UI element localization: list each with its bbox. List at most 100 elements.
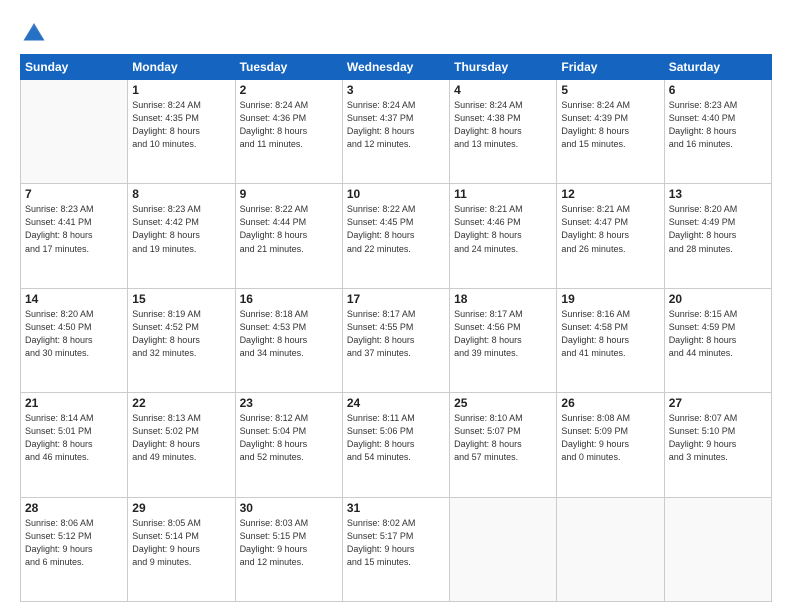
calendar-cell xyxy=(557,497,664,601)
day-number: 6 xyxy=(669,83,767,97)
day-info: Sunrise: 8:24 AM Sunset: 4:38 PM Dayligh… xyxy=(454,99,552,151)
day-info: Sunrise: 8:06 AM Sunset: 5:12 PM Dayligh… xyxy=(25,517,123,569)
day-number: 11 xyxy=(454,187,552,201)
calendar-table: SundayMondayTuesdayWednesdayThursdayFrid… xyxy=(20,54,772,602)
day-number: 20 xyxy=(669,292,767,306)
calendar-cell: 14 Sunrise: 8:20 AM Sunset: 4:50 PM Dayli… xyxy=(21,288,128,392)
calendar-cell: 29 Sunrise: 8:05 AM Sunset: 5:14 PM Dayli… xyxy=(128,497,235,601)
day-number: 3 xyxy=(347,83,445,97)
day-number: 21 xyxy=(25,396,123,410)
day-info: Sunrise: 8:18 AM Sunset: 4:53 PM Dayligh… xyxy=(240,308,338,360)
day-number: 7 xyxy=(25,187,123,201)
logo-icon xyxy=(20,16,48,44)
day-info: Sunrise: 8:22 AM Sunset: 4:44 PM Dayligh… xyxy=(240,203,338,255)
day-info: Sunrise: 8:17 AM Sunset: 4:56 PM Dayligh… xyxy=(454,308,552,360)
day-info: Sunrise: 8:08 AM Sunset: 5:09 PM Dayligh… xyxy=(561,412,659,464)
day-number: 10 xyxy=(347,187,445,201)
calendar-cell: 13 Sunrise: 8:20 AM Sunset: 4:49 PM Dayli… xyxy=(664,184,771,288)
calendar-cell xyxy=(21,80,128,184)
day-number: 17 xyxy=(347,292,445,306)
calendar-cell: 3Sunrise: 8:24 AM Sunset: 4:37 PM Daylig… xyxy=(342,80,449,184)
day-number: 27 xyxy=(669,396,767,410)
day-info: Sunrise: 8:20 AM Sunset: 4:50 PM Dayligh… xyxy=(25,308,123,360)
calendar-cell: 5Sunrise: 8:24 AM Sunset: 4:39 PM Daylig… xyxy=(557,80,664,184)
day-info: Sunrise: 8:22 AM Sunset: 4:45 PM Dayligh… xyxy=(347,203,445,255)
day-info: Sunrise: 8:20 AM Sunset: 4:49 PM Dayligh… xyxy=(669,203,767,255)
calendar-week-0: 1Sunrise: 8:24 AM Sunset: 4:35 PM Daylig… xyxy=(21,80,772,184)
day-info: Sunrise: 8:03 AM Sunset: 5:15 PM Dayligh… xyxy=(240,517,338,569)
header xyxy=(20,16,772,44)
weekday-header-monday: Monday xyxy=(128,55,235,80)
calendar-cell: 21Sunrise: 8:14 AM Sunset: 5:01 PM Dayli… xyxy=(21,393,128,497)
page: SundayMondayTuesdayWednesdayThursdayFrid… xyxy=(0,0,792,612)
day-number: 13 xyxy=(669,187,767,201)
calendar-cell: 9 Sunrise: 8:22 AM Sunset: 4:44 PM Daylig… xyxy=(235,184,342,288)
day-info: Sunrise: 8:24 AM Sunset: 4:35 PM Dayligh… xyxy=(132,99,230,151)
day-number: 31 xyxy=(347,501,445,515)
day-info: Sunrise: 8:16 AM Sunset: 4:58 PM Dayligh… xyxy=(561,308,659,360)
day-number: 24 xyxy=(347,396,445,410)
calendar-cell: 27 Sunrise: 8:07 AM Sunset: 5:10 PM Dayli… xyxy=(664,393,771,497)
calendar-cell: 7 Sunrise: 8:23 AM Sunset: 4:41 PM Daylig… xyxy=(21,184,128,288)
calendar-cell: 10 Sunrise: 8:22 AM Sunset: 4:45 PM Dayli… xyxy=(342,184,449,288)
calendar-week-2: 14 Sunrise: 8:20 AM Sunset: 4:50 PM Dayli… xyxy=(21,288,772,392)
calendar-cell xyxy=(664,497,771,601)
day-info: Sunrise: 8:21 AM Sunset: 4:47 PM Dayligh… xyxy=(561,203,659,255)
calendar-cell: 28Sunrise: 8:06 AM Sunset: 5:12 PM Dayli… xyxy=(21,497,128,601)
calendar-cell: 6 Sunrise: 8:23 AM Sunset: 4:40 PM Daylig… xyxy=(664,80,771,184)
day-info: Sunrise: 8:07 AM Sunset: 5:10 PM Dayligh… xyxy=(669,412,767,464)
calendar-week-1: 7 Sunrise: 8:23 AM Sunset: 4:41 PM Daylig… xyxy=(21,184,772,288)
calendar-cell: 16 Sunrise: 8:18 AM Sunset: 4:53 PM Dayli… xyxy=(235,288,342,392)
day-info: Sunrise: 8:23 AM Sunset: 4:42 PM Dayligh… xyxy=(132,203,230,255)
day-info: Sunrise: 8:24 AM Sunset: 4:39 PM Dayligh… xyxy=(561,99,659,151)
day-number: 4 xyxy=(454,83,552,97)
calendar-cell: 19 Sunrise: 8:16 AM Sunset: 4:58 PM Dayli… xyxy=(557,288,664,392)
day-number: 8 xyxy=(132,187,230,201)
calendar-cell: 18 Sunrise: 8:17 AM Sunset: 4:56 PM Dayli… xyxy=(450,288,557,392)
day-info: Sunrise: 8:17 AM Sunset: 4:55 PM Dayligh… xyxy=(347,308,445,360)
day-number: 16 xyxy=(240,292,338,306)
day-info: Sunrise: 8:10 AM Sunset: 5:07 PM Dayligh… xyxy=(454,412,552,464)
day-info: Sunrise: 8:21 AM Sunset: 4:46 PM Dayligh… xyxy=(454,203,552,255)
calendar-cell: 26Sunrise: 8:08 AM Sunset: 5:09 PM Dayli… xyxy=(557,393,664,497)
day-number: 29 xyxy=(132,501,230,515)
calendar-cell: 23 Sunrise: 8:12 AM Sunset: 5:04 PM Dayli… xyxy=(235,393,342,497)
day-info: Sunrise: 8:02 AM Sunset: 5:17 PM Dayligh… xyxy=(347,517,445,569)
weekday-header-friday: Friday xyxy=(557,55,664,80)
calendar-cell: 1Sunrise: 8:24 AM Sunset: 4:35 PM Daylig… xyxy=(128,80,235,184)
day-number: 23 xyxy=(240,396,338,410)
day-number: 19 xyxy=(561,292,659,306)
day-number: 2 xyxy=(240,83,338,97)
weekday-header-row: SundayMondayTuesdayWednesdayThursdayFrid… xyxy=(21,55,772,80)
logo xyxy=(20,16,50,44)
calendar-cell: 24Sunrise: 8:11 AM Sunset: 5:06 PM Dayli… xyxy=(342,393,449,497)
day-number: 18 xyxy=(454,292,552,306)
day-number: 15 xyxy=(132,292,230,306)
day-info: Sunrise: 8:12 AM Sunset: 5:04 PM Dayligh… xyxy=(240,412,338,464)
calendar-week-4: 28Sunrise: 8:06 AM Sunset: 5:12 PM Dayli… xyxy=(21,497,772,601)
calendar-cell: 25 Sunrise: 8:10 AM Sunset: 5:07 PM Dayli… xyxy=(450,393,557,497)
day-info: Sunrise: 8:15 AM Sunset: 4:59 PM Dayligh… xyxy=(669,308,767,360)
calendar-cell: 12Sunrise: 8:21 AM Sunset: 4:47 PM Dayli… xyxy=(557,184,664,288)
day-info: Sunrise: 8:23 AM Sunset: 4:40 PM Dayligh… xyxy=(669,99,767,151)
weekday-header-saturday: Saturday xyxy=(664,55,771,80)
calendar-cell: 11 Sunrise: 8:21 AM Sunset: 4:46 PM Dayli… xyxy=(450,184,557,288)
calendar-cell: 20 Sunrise: 8:15 AM Sunset: 4:59 PM Dayli… xyxy=(664,288,771,392)
weekday-header-wednesday: Wednesday xyxy=(342,55,449,80)
day-number: 30 xyxy=(240,501,338,515)
calendar-cell: 4 Sunrise: 8:24 AM Sunset: 4:38 PM Daylig… xyxy=(450,80,557,184)
calendar-cell: 8 Sunrise: 8:23 AM Sunset: 4:42 PM Daylig… xyxy=(128,184,235,288)
day-number: 14 xyxy=(25,292,123,306)
day-info: Sunrise: 8:05 AM Sunset: 5:14 PM Dayligh… xyxy=(132,517,230,569)
day-info: Sunrise: 8:13 AM Sunset: 5:02 PM Dayligh… xyxy=(132,412,230,464)
calendar-cell xyxy=(450,497,557,601)
day-number: 25 xyxy=(454,396,552,410)
calendar-week-3: 21Sunrise: 8:14 AM Sunset: 5:01 PM Dayli… xyxy=(21,393,772,497)
day-info: Sunrise: 8:23 AM Sunset: 4:41 PM Dayligh… xyxy=(25,203,123,255)
day-info: Sunrise: 8:24 AM Sunset: 4:36 PM Dayligh… xyxy=(240,99,338,151)
calendar-cell: 22 Sunrise: 8:13 AM Sunset: 5:02 PM Dayli… xyxy=(128,393,235,497)
day-number: 22 xyxy=(132,396,230,410)
calendar-cell: 31 Sunrise: 8:02 AM Sunset: 5:17 PM Dayli… xyxy=(342,497,449,601)
day-number: 9 xyxy=(240,187,338,201)
weekday-header-tuesday: Tuesday xyxy=(235,55,342,80)
